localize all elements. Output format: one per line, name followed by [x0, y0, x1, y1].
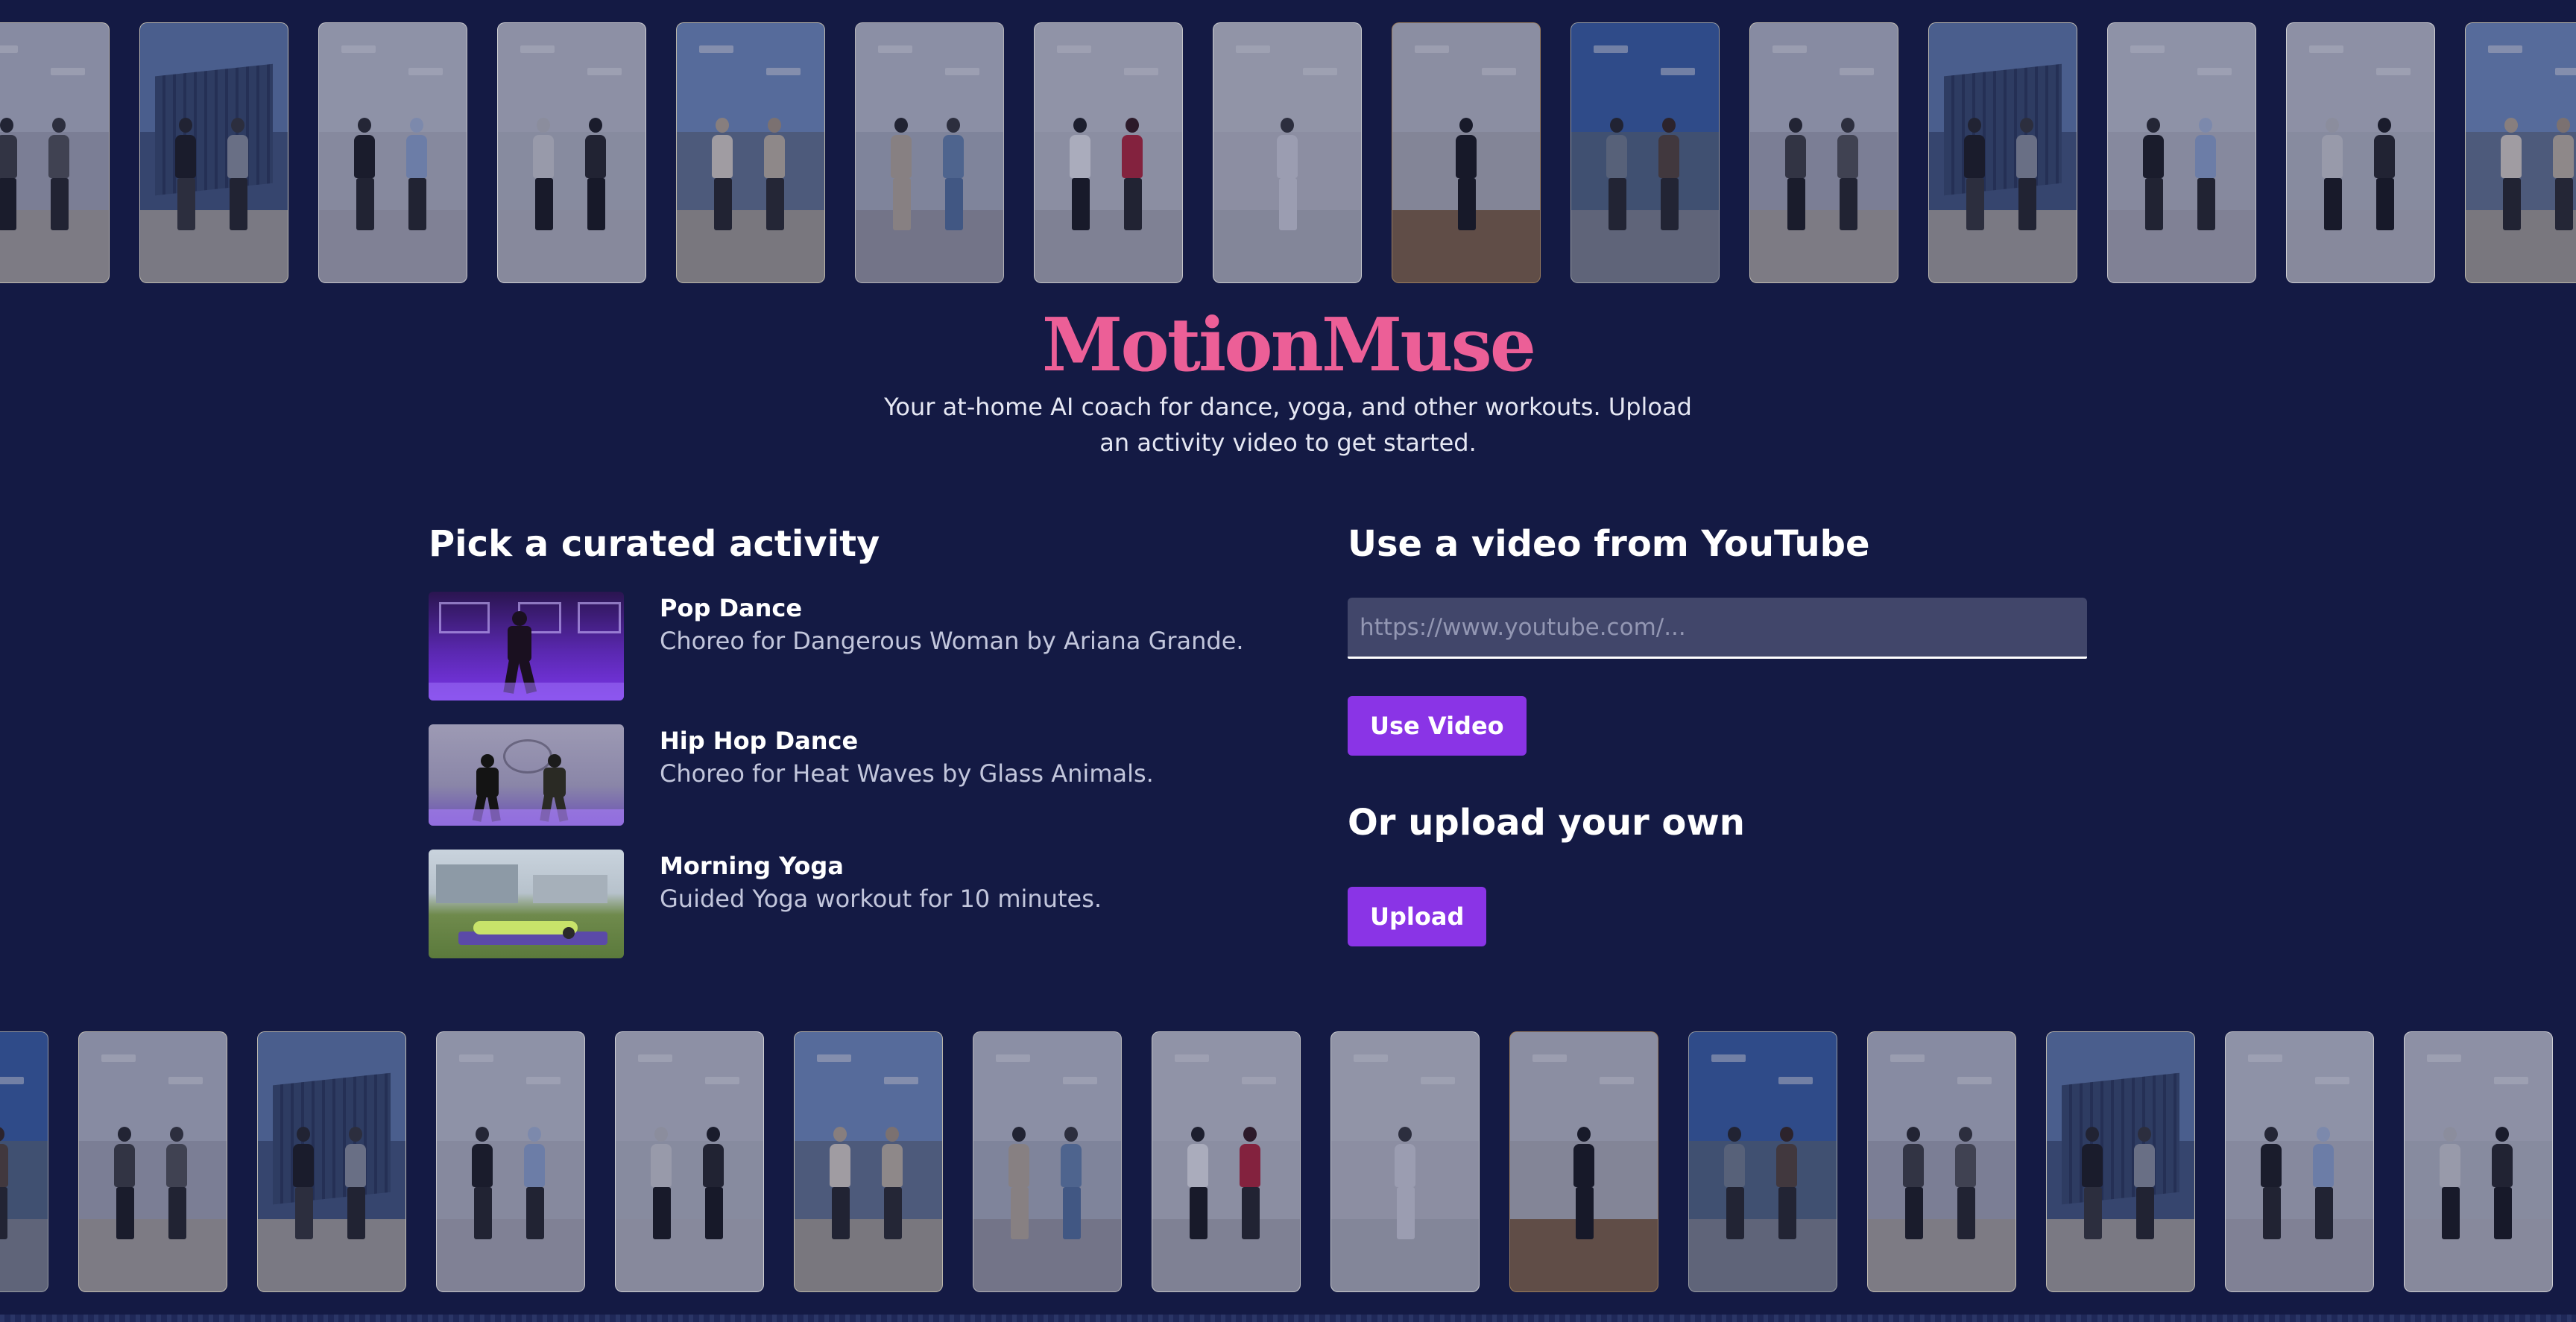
- video-thumbnail: [0, 22, 110, 283]
- video-thumbnail: [1509, 1031, 1658, 1292]
- video-thumbnail: [2046, 1031, 2195, 1292]
- video-strip-track: [0, 22, 2576, 283]
- video-thumbnail: [0, 1031, 48, 1292]
- activity-description: Choreo for Heat Waves by Glass Animals.: [660, 759, 1154, 788]
- video-thumbnail: [436, 1031, 585, 1292]
- video-thumbnail: [1570, 22, 1720, 283]
- video-thumbnail: [497, 22, 646, 283]
- video-thumbnail: [1034, 22, 1183, 283]
- page-bottom-edge: [0, 1315, 2576, 1322]
- video-thumbnail: [1330, 1031, 1480, 1292]
- youtube-heading: Use a video from YouTube: [1348, 523, 1870, 565]
- upload-button[interactable]: Upload: [1348, 887, 1487, 946]
- video-thumbnail: [973, 1031, 1122, 1292]
- video-thumbnail: [1392, 22, 1541, 283]
- video-thumbnail: [2107, 22, 2256, 283]
- video-thumbnail: [2286, 22, 2435, 283]
- video-thumbnail: [78, 1031, 227, 1292]
- activity-hip-hop-dance[interactable]: Hip Hop Dance Choreo for Heat Waves by G…: [429, 724, 1154, 826]
- video-thumbnail: [139, 22, 288, 283]
- video-strip-bottom: [0, 1031, 2576, 1294]
- activity-description: Choreo for Dangerous Woman by Ariana Gra…: [660, 627, 1244, 655]
- activity-meta: Pop Dance Choreo for Dangerous Woman by …: [660, 592, 1244, 657]
- video-thumbnail: [1213, 22, 1362, 283]
- app-logo-title: MotionMuse: [1041, 303, 1536, 388]
- video-source-section: Use a video from YouTube Use Video Or up…: [1348, 520, 2087, 946]
- video-thumbnail: [1928, 22, 2077, 283]
- video-thumbnail: [1152, 1031, 1301, 1292]
- activity-morning-yoga[interactable]: Morning Yoga Guided Yoga workout for 10 …: [429, 850, 1102, 958]
- curated-heading: Pick a curated activity: [429, 523, 880, 565]
- video-thumbnail: [855, 22, 1004, 283]
- activity-name: Pop Dance: [660, 594, 803, 622]
- activity-pop-dance[interactable]: Pop Dance Choreo for Dangerous Woman by …: [429, 592, 1244, 700]
- video-thumbnail: [1688, 1031, 1837, 1292]
- activity-meta: Morning Yoga Guided Yoga workout for 10 …: [660, 850, 1102, 915]
- tagline: Your at-home AI coach for dance, yoga, a…: [884, 393, 1692, 457]
- video-thumbnail: [676, 22, 825, 283]
- video-strip-track: [0, 1031, 2576, 1292]
- activity-meta: Hip Hop Dance Choreo for Heat Waves by G…: [660, 724, 1154, 790]
- activity-thumbnail: [429, 592, 624, 700]
- activity-thumbnail: [429, 850, 624, 958]
- video-thumbnail: [1749, 22, 1898, 283]
- video-thumbnail: [615, 1031, 764, 1292]
- use-video-button[interactable]: Use Video: [1348, 696, 1527, 756]
- video-thumbnail: [2404, 1031, 2553, 1292]
- video-thumbnail: [318, 22, 467, 283]
- video-strip-top: [0, 22, 2576, 285]
- video-thumbnail: [2465, 22, 2576, 283]
- activity-name: Morning Yoga: [660, 852, 844, 880]
- youtube-url-input[interactable]: [1348, 598, 2087, 659]
- video-thumbnail: [2225, 1031, 2374, 1292]
- activity-thumbnail: [429, 724, 624, 826]
- video-thumbnail: [1867, 1031, 2016, 1292]
- video-thumbnail: [257, 1031, 406, 1292]
- activity-description: Guided Yoga workout for 10 minutes.: [660, 885, 1102, 913]
- video-thumbnail: [794, 1031, 943, 1292]
- upload-heading: Or upload your own: [1348, 802, 1745, 844]
- activity-name: Hip Hop Dance: [660, 727, 859, 755]
- curated-activity-section: Pick a curated activity Pop Dance Choreo…: [429, 520, 1263, 958]
